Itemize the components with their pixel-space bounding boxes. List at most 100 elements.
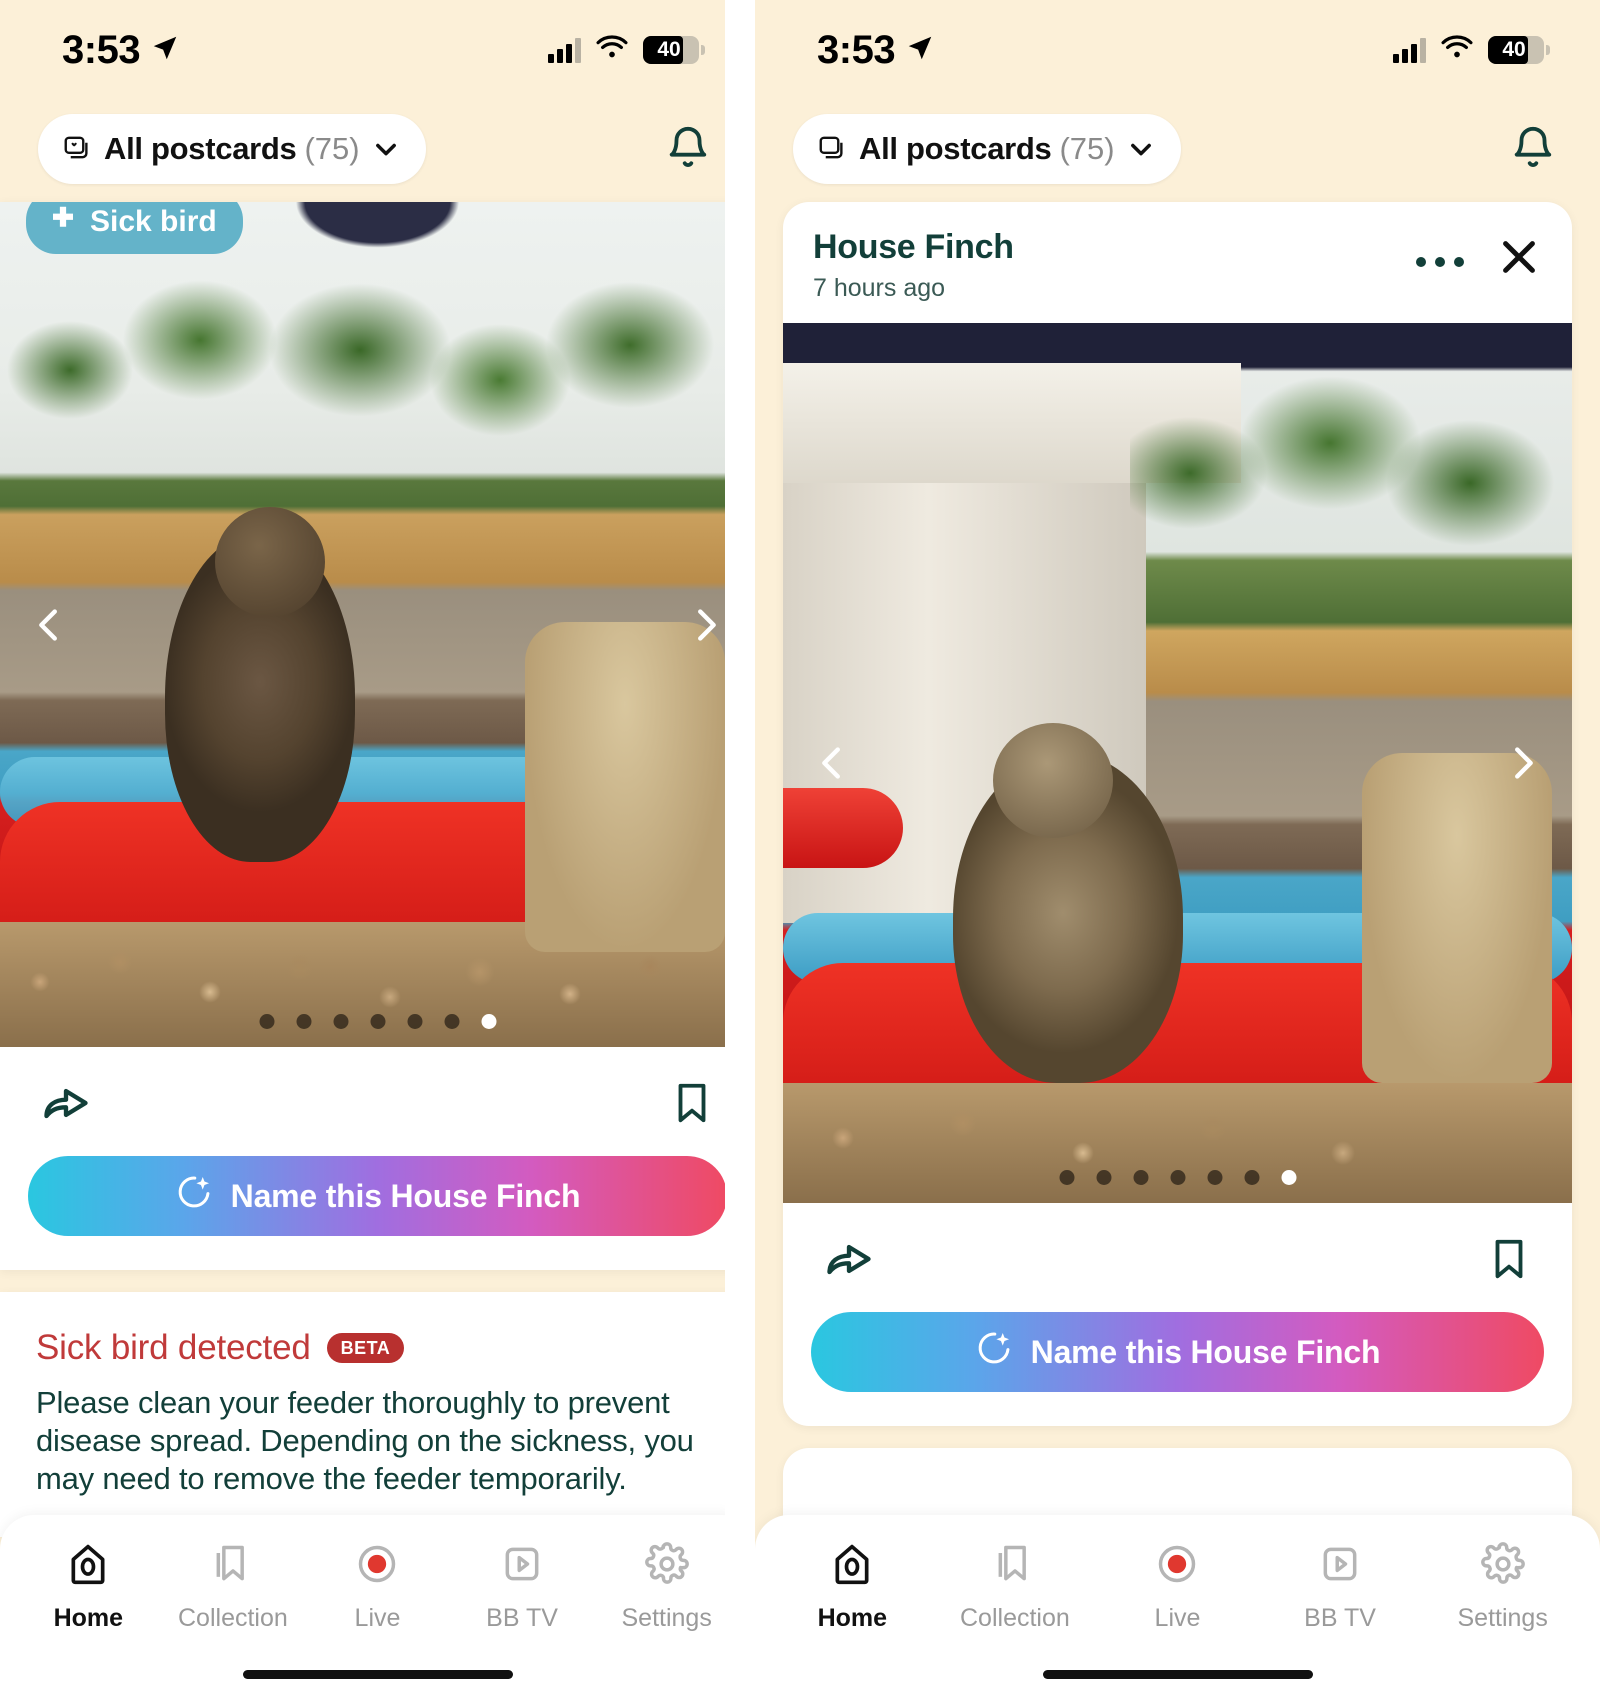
pagination-dot[interactable] (1207, 1170, 1222, 1185)
tab-collection[interactable]: Collection (161, 1541, 306, 1633)
postcard-actions (783, 1203, 1572, 1312)
pagination-dot[interactable] (407, 1014, 422, 1029)
bookmark-button[interactable] (669, 1077, 715, 1134)
pagination-dot[interactable] (1059, 1170, 1074, 1185)
status-indicators: 40 (548, 35, 705, 66)
more-horizontal-icon[interactable] (1414, 248, 1466, 272)
share-arrow-icon (823, 1244, 875, 1289)
status-time: 3:53 (817, 27, 896, 72)
play-video-icon (1318, 1541, 1362, 1592)
all-postcards-filter-chip[interactable]: All postcards (75) (793, 114, 1181, 184)
tab-collection-label: Collection (960, 1604, 1070, 1632)
postcard-header: House Finch 7 hours ago (783, 202, 1572, 323)
photo-nectar-port (783, 788, 903, 868)
cellular-bars-icon (548, 37, 581, 63)
gear-icon (644, 1541, 689, 1592)
pagination-dot[interactable] (1133, 1170, 1148, 1185)
tab-bb-tv[interactable]: BB TV (1259, 1541, 1422, 1633)
filter-chip-count: (75) (1059, 131, 1115, 166)
share-button[interactable] (823, 1233, 875, 1290)
status-time-group: 3:53 (817, 28, 935, 73)
tab-settings[interactable]: Settings (1421, 1541, 1584, 1633)
name-bird-button-label: Name this House Finch (230, 1177, 581, 1214)
notifications-bell-button[interactable] (1506, 117, 1560, 182)
tab-live-label: Live (354, 1604, 401, 1632)
tab-settings[interactable]: Settings (594, 1541, 739, 1633)
status-bar: 3:53 40 (0, 0, 755, 100)
tab-live[interactable]: Live (305, 1541, 450, 1633)
alert-title-row: Sick bird detected BETA (36, 1328, 719, 1368)
battery-icon: 40 (643, 36, 705, 64)
wifi-icon (1440, 35, 1474, 66)
cta-container: Name this House Finch (783, 1312, 1572, 1426)
pagination-dot[interactable] (1096, 1170, 1111, 1185)
tab-home[interactable]: Home (771, 1541, 934, 1633)
postcards-stack-icon (62, 134, 92, 164)
pagination-dot[interactable] (259, 1014, 274, 1029)
home-indicator (242, 1670, 513, 1679)
top-bar: All postcards (75) (755, 100, 1600, 202)
photo-seed (783, 1083, 1572, 1203)
pagination-dot[interactable] (370, 1014, 385, 1029)
collection-bookmark-icon (993, 1541, 1037, 1592)
status-time: 3:53 (62, 27, 141, 72)
top-bar: All postcards (75) (0, 100, 755, 202)
tab-live[interactable]: Live (1096, 1541, 1259, 1633)
postcard-detail-card: House Finch 7 hours ago Name this House … (783, 202, 1572, 1426)
tab-settings-label: Settings (621, 1604, 712, 1632)
all-postcards-filter-chip[interactable]: All postcards (75) (38, 114, 426, 184)
postcards-stack-icon (817, 134, 847, 164)
location-arrow-icon (905, 28, 935, 73)
alert-body-text: Please clean your feeder thoroughly to p… (36, 1385, 694, 1496)
pagination-dot[interactable] (296, 1014, 311, 1029)
cellular-bars-icon (1393, 37, 1426, 63)
wifi-icon (595, 35, 629, 66)
name-bird-button[interactable]: Name this House Finch (28, 1156, 727, 1236)
sick-badge-label: Sick bird (90, 205, 217, 238)
pagination-dot-active[interactable] (1281, 1170, 1296, 1185)
left-phone-screen: 3:53 40 All postcards (75) Sick bird Nam… (0, 0, 755, 1697)
share-button[interactable] (40, 1077, 92, 1134)
tab-home-label: Home (817, 1604, 888, 1632)
filter-chip-label: All postcards (859, 131, 1052, 166)
postcard-photo[interactable] (783, 323, 1572, 1203)
battery-level: 40 (657, 38, 681, 61)
pagination-dot[interactable] (1170, 1170, 1185, 1185)
right-phone-screen: 3:53 40 All postcards (75) House Finch 7… (755, 0, 1600, 1697)
bookmark-icon (1486, 1239, 1532, 1289)
status-bar: 3:53 40 (755, 0, 1600, 100)
medical-cross-icon (48, 203, 78, 241)
photo-prev-arrow[interactable] (809, 734, 855, 792)
pagination-dot[interactable] (444, 1014, 459, 1029)
tab-bb-tv-label: BB TV (1304, 1604, 1376, 1632)
pagination-dot-active[interactable] (481, 1014, 496, 1029)
status-indicators: 40 (1393, 35, 1550, 66)
photo-pagination[interactable] (259, 1014, 496, 1029)
photo-prev-arrow[interactable] (26, 596, 72, 654)
tab-collection[interactable]: Collection (934, 1541, 1097, 1633)
postcard-actions (0, 1047, 755, 1156)
filter-chip-label: All postcards (104, 131, 297, 166)
tab-live-label: Live (1154, 1604, 1201, 1632)
close-icon[interactable] (1496, 234, 1542, 285)
home-birdhouse-icon (66, 1541, 110, 1592)
notifications-bell-button[interactable] (661, 117, 715, 182)
sparkle-ai-icon (175, 1173, 213, 1219)
photo-pagination[interactable] (1059, 1170, 1296, 1185)
photo-next-arrow[interactable] (1500, 734, 1546, 792)
name-bird-button[interactable]: Name this House Finch (811, 1312, 1544, 1392)
tab-bb-tv[interactable]: BB TV (450, 1541, 595, 1633)
pagination-dot[interactable] (1244, 1170, 1259, 1185)
pagination-dot[interactable] (333, 1014, 348, 1029)
gear-icon (1480, 1541, 1525, 1592)
photo-suet-bowl (1362, 753, 1552, 1083)
photo-suet-bowl (525, 622, 725, 952)
alert-title: Sick bird detected (36, 1328, 311, 1367)
postcard-photo[interactable]: Sick bird (0, 202, 755, 1047)
tab-bb-tv-label: BB TV (486, 1604, 558, 1632)
live-record-icon (1155, 1541, 1199, 1592)
bookmark-button[interactable] (1486, 1233, 1532, 1290)
photo-next-arrow[interactable] (683, 596, 729, 654)
postcard-title: House Finch (813, 228, 1014, 266)
tab-home[interactable]: Home (16, 1541, 161, 1633)
